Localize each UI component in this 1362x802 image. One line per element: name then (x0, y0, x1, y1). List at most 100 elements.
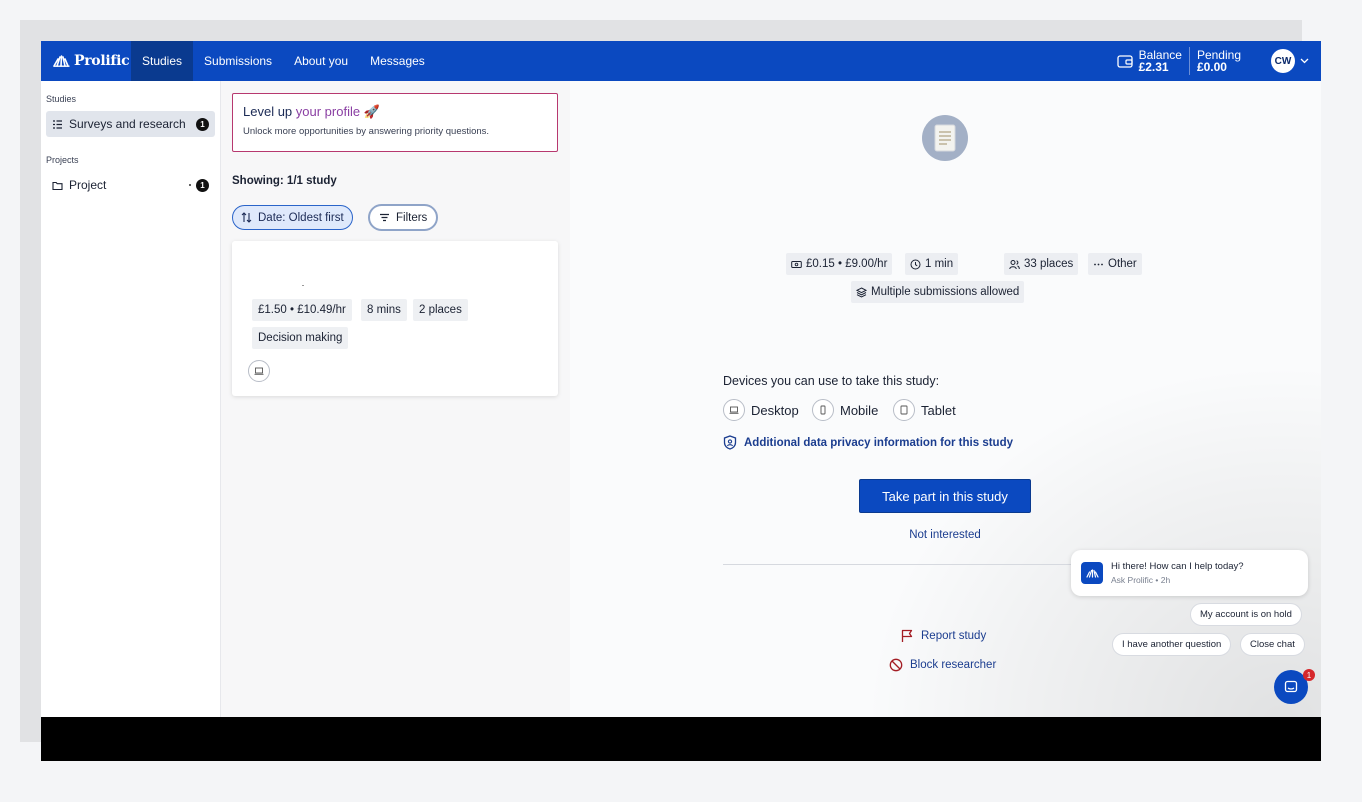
sidebar: Studies Surveys and research 1 Projects … (41, 81, 221, 721)
rocket-icon: 🚀 (363, 104, 380, 119)
chat-unread-badge: 1 (1303, 669, 1315, 681)
study-card[interactable]: £1.50 • £10.49/hr 8 mins 2 places Decisi… (232, 241, 558, 396)
chat-message-bubble[interactable]: Hi there! How can I help today? Ask Prol… (1071, 550, 1308, 596)
reward-text: £0.15 • £9.00/hr (806, 258, 888, 270)
sidebar-item-label: Surveys and research (69, 117, 186, 131)
level-up-title: Level up your profile 🚀 (243, 104, 547, 120)
chat-chip-account-on-hold[interactable]: My account is on hold (1190, 603, 1302, 626)
separator-dot (189, 184, 191, 186)
sidebar-item-project[interactable]: Project 1 (46, 172, 215, 198)
count-badge: 1 (196, 178, 209, 192)
level-up-title-text: Level up (243, 104, 296, 119)
count-badge: 1 (196, 117, 209, 131)
devices-heading: Devices you can use to take this study: (723, 374, 940, 388)
report-study-link[interactable]: Report study (900, 629, 986, 643)
nav-tab-label: Studies (142, 54, 183, 68)
results-count: Showing: 1/1 study (232, 175, 337, 187)
sidebar-item-surveys-and-research[interactable]: Surveys and research 1 (46, 111, 215, 137)
device-desktop: Desktop (723, 399, 799, 421)
chat-message-body: Hi there! How can I help today? Ask Prol… (1111, 561, 1244, 585)
balance-value: £2.31 (1138, 60, 1169, 74)
wallet-icon (1116, 55, 1133, 68)
filters-label: Filters (396, 211, 428, 224)
more-dots-icon (1094, 263, 1103, 265)
category-pill: Other (1088, 253, 1142, 275)
block-researcher-link[interactable]: Block researcher (889, 658, 996, 672)
multiple-submissions-text: Multiple submissions allowed (871, 286, 1020, 298)
nav-tab-studies[interactable]: Studies (131, 41, 194, 81)
sidebar-heading-projects: Projects (46, 155, 79, 165)
device-tablet: Tablet (893, 399, 956, 421)
chevron-down-icon[interactable] (1300, 58, 1309, 64)
chat-chip-close-chat[interactable]: Close chat (1240, 633, 1305, 656)
filter-icon (380, 213, 389, 222)
sidebar-item-label: Project (69, 178, 107, 192)
clock-icon (910, 259, 921, 269)
logo-text: Prolific (74, 53, 130, 69)
places-text: 33 places (1024, 258, 1074, 270)
duration-pill: 8 mins (361, 299, 407, 321)
category-text: Other (1108, 258, 1137, 270)
pending-value: £0.00 (1196, 60, 1227, 74)
nav-tab-label: About you (294, 54, 349, 68)
report-study-text: Report study (921, 630, 987, 642)
take-part-button[interactable]: Take part in this study (859, 479, 1031, 513)
level-up-subtitle: Unlock more opportunities by answering p… (243, 126, 490, 137)
prolific-logo[interactable]: Prolific (41, 53, 131, 69)
money-icon (791, 260, 802, 268)
device-label: Mobile (840, 402, 879, 418)
prolific-chat-logo-icon (1081, 562, 1103, 584)
multiple-submissions-pill: Multiple submissions allowed (851, 281, 1025, 303)
places-pill: 2 places (413, 299, 468, 321)
level-up-title-accent: your profile (295, 104, 361, 119)
duration-pill: 1 min (905, 253, 959, 275)
folder-icon (52, 181, 63, 190)
sort-arrows-icon (241, 212, 252, 223)
duration-text: 1 min (925, 258, 954, 270)
card-placeholder-mark (302, 285, 304, 286)
mobile-icon (812, 399, 834, 421)
nav-tab-label: Messages (370, 54, 425, 68)
account-area: Balance £2.31 Pending £0.00 CW (1116, 41, 1321, 81)
desktop-icon (723, 399, 745, 421)
bottom-black-bar (41, 717, 1321, 761)
list-check-icon (53, 119, 62, 129)
study-list-column: Level up your profile 🚀 Unlock more oppo… (221, 81, 570, 721)
reward-pill: £1.50 • £10.49/hr (252, 299, 352, 321)
people-icon (1009, 259, 1020, 269)
desktop-icon (248, 360, 270, 382)
tablet-icon (893, 399, 915, 421)
chat-message-meta: Ask Prolific • 2h (1111, 575, 1171, 585)
privacy-link-text: Additional data privacy information for … (744, 436, 1013, 449)
sidebar-heading-studies: Studies (46, 94, 77, 104)
avatar[interactable]: CW (1271, 49, 1295, 73)
block-researcher-text: Block researcher (910, 659, 997, 671)
prolific-logo-icon (53, 55, 70, 67)
device-label: Tablet (921, 402, 956, 418)
nav-tab-submissions[interactable]: Submissions (193, 41, 283, 81)
flag-icon (901, 629, 913, 642)
top-navbar: Prolific Studies Submissions About you M… (41, 41, 1321, 81)
nav-tab-about-you[interactable]: About you (283, 41, 359, 81)
nav-tab-label: Submissions (204, 54, 273, 68)
not-interested-link[interactable]: Not interested (859, 529, 1031, 541)
browser-viewport: Prolific Studies Submissions About you M… (41, 41, 1321, 761)
layers-icon (856, 286, 867, 298)
shield-icon (723, 435, 737, 450)
level-up-banner[interactable]: Level up your profile 🚀 Unlock more oppo… (232, 93, 558, 152)
privacy-info-link[interactable]: Additional data privacy information for … (723, 435, 1013, 450)
block-icon (889, 658, 903, 672)
sort-button[interactable]: Date: Oldest first (232, 205, 353, 230)
chat-message-text: Hi there! How can I help today? (1111, 561, 1244, 572)
chat-icon (1284, 680, 1298, 693)
pending-balance[interactable]: Pending £0.00 (1197, 49, 1241, 73)
filters-button[interactable]: Filters (368, 204, 439, 231)
chat-chip-another-question[interactable]: I have another question (1112, 633, 1232, 656)
device-label: Desktop (751, 402, 799, 418)
nav-tab-messages[interactable]: Messages (359, 41, 436, 81)
balance[interactable]: Balance £2.31 (1139, 49, 1182, 73)
device-mobile: Mobile (812, 399, 878, 421)
study-document-icon (922, 115, 968, 161)
tag-pill: Decision making (252, 327, 349, 349)
sort-label: Date: Oldest first (258, 211, 344, 224)
